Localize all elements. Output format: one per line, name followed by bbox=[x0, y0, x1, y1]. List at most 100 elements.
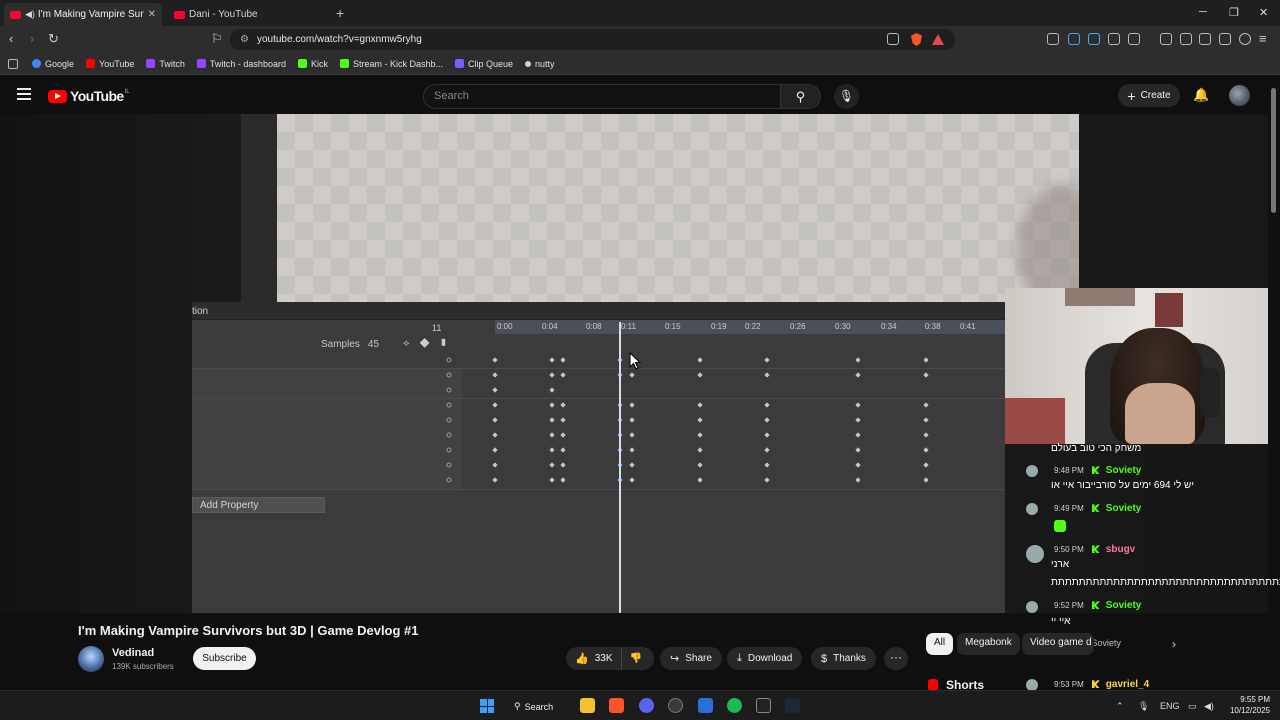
keyframe-marker[interactable] bbox=[549, 417, 555, 423]
tab-inactive[interactable]: Dani - YouTube bbox=[168, 3, 328, 26]
app-icon[interactable] bbox=[698, 698, 713, 713]
keyframe-marker[interactable] bbox=[549, 447, 555, 453]
keyframe-marker[interactable] bbox=[697, 402, 703, 408]
vpn-shield-icon[interactable] bbox=[1239, 33, 1251, 45]
keyframe-marker[interactable] bbox=[629, 447, 635, 453]
windows-start-icon[interactable] bbox=[480, 699, 494, 713]
obs-icon[interactable] bbox=[668, 698, 683, 713]
keyframe-marker[interactable] bbox=[549, 357, 555, 363]
keyframe-marker[interactable] bbox=[697, 447, 703, 453]
keyframe-marker[interactable] bbox=[549, 402, 555, 408]
keyframe-marker[interactable] bbox=[492, 447, 498, 453]
keyframe-marker[interactable] bbox=[629, 462, 635, 468]
keyframe-marker[interactable] bbox=[560, 417, 566, 423]
keyframe-marker[interactable] bbox=[629, 402, 635, 408]
close-tab-icon[interactable]: ✕ bbox=[148, 9, 156, 20]
more-actions-button[interactable]: ··· bbox=[884, 647, 908, 670]
youtube-logo[interactable]: YouTube IL bbox=[48, 88, 130, 104]
keyframe-marker[interactable] bbox=[492, 372, 498, 378]
network-icon[interactable]: ▭ bbox=[1188, 701, 1197, 712]
menu-icon[interactable]: ≡ bbox=[1259, 31, 1267, 46]
keyframe-marker[interactable] bbox=[492, 357, 498, 363]
discord-icon[interactable] bbox=[639, 698, 654, 713]
reload-icon[interactable]: ↻ bbox=[48, 31, 59, 47]
property-dot[interactable] bbox=[446, 402, 452, 408]
leo-icon[interactable] bbox=[1219, 33, 1231, 45]
keyframe-marker[interactable] bbox=[855, 477, 861, 483]
keyframe-marker[interactable] bbox=[560, 402, 566, 408]
volume-icon[interactable]: ◀) bbox=[1204, 701, 1214, 712]
thanks-button[interactable]: $ Thanks bbox=[811, 647, 876, 670]
keyframe-marker[interactable] bbox=[549, 387, 555, 393]
property-dot[interactable] bbox=[446, 372, 452, 378]
bookmark-twitch[interactable]: Twitch bbox=[146, 59, 185, 69]
dislike-button[interactable]: 👎 bbox=[622, 653, 650, 664]
keyframe-marker[interactable] bbox=[764, 447, 770, 453]
keyframe-marker[interactable] bbox=[923, 372, 929, 378]
apps-grid-icon[interactable] bbox=[8, 58, 18, 69]
extension-icon[interactable] bbox=[1047, 33, 1059, 45]
property-dot[interactable] bbox=[446, 357, 452, 363]
download-button[interactable]: ⤓ Download bbox=[727, 647, 803, 670]
site-info-icon[interactable]: ⚙ bbox=[240, 34, 249, 45]
address-bar[interactable]: ⚙ youtube.com/watch?v=gnxnmw5ryhg bbox=[230, 29, 955, 50]
keyframe-marker[interactable] bbox=[629, 372, 635, 378]
keyframe-marker[interactable] bbox=[697, 357, 703, 363]
music-icon[interactable] bbox=[1160, 33, 1172, 45]
voice-search-button[interactable]: 🎙 bbox=[834, 84, 859, 109]
guide-menu-icon[interactable] bbox=[17, 88, 31, 100]
keyframe-marker[interactable] bbox=[697, 372, 703, 378]
keyframe-marker[interactable] bbox=[492, 402, 498, 408]
keyframe-marker[interactable] bbox=[855, 432, 861, 438]
keyframe-marker[interactable] bbox=[923, 417, 929, 423]
keyframe-marker[interactable] bbox=[629, 477, 635, 483]
keyframe-marker[interactable] bbox=[492, 477, 498, 483]
keyframe-marker[interactable] bbox=[855, 372, 861, 378]
bookmark-clip-queue[interactable]: Clip Queue bbox=[455, 59, 513, 69]
steam-icon[interactable] bbox=[785, 698, 800, 713]
like-button[interactable]: 👍 33K bbox=[566, 647, 622, 670]
bookmark-google[interactable]: Google bbox=[32, 59, 74, 69]
minimize-icon[interactable]: ─ bbox=[1199, 6, 1207, 18]
wallet-icon[interactable] bbox=[1199, 33, 1211, 45]
create-button[interactable]: + Create bbox=[1118, 84, 1180, 107]
keyframe-marker[interactable] bbox=[764, 477, 770, 483]
notifications-bell-icon[interactable]: 🔔 bbox=[1193, 87, 1209, 103]
keyframe-marker[interactable] bbox=[923, 402, 929, 408]
keyframe-marker[interactable] bbox=[629, 432, 635, 438]
share-button[interactable]: ↪ Share bbox=[660, 647, 722, 670]
taskbar-clock[interactable]: 9:55 PM 10/12/2025 bbox=[1224, 694, 1270, 716]
spotify-icon[interactable] bbox=[727, 698, 742, 713]
extension-icon[interactable] bbox=[1128, 33, 1140, 45]
extension-icon[interactable] bbox=[1088, 33, 1100, 45]
keyframe-marker[interactable] bbox=[549, 462, 555, 468]
bookmark-kick[interactable]: Kick bbox=[297, 59, 328, 69]
keyframe-marker[interactable] bbox=[923, 357, 929, 363]
keyframe-marker[interactable] bbox=[560, 477, 566, 483]
keyframe-marker[interactable] bbox=[764, 417, 770, 423]
property-dot[interactable] bbox=[446, 447, 452, 453]
speaker-icon[interactable]: ◀) bbox=[25, 9, 35, 20]
keyframe-marker[interactable] bbox=[923, 477, 929, 483]
keyframe-marker[interactable] bbox=[560, 447, 566, 453]
keyframe-marker[interactable] bbox=[855, 462, 861, 468]
keyframe-marker[interactable] bbox=[764, 462, 770, 468]
language-indicator[interactable]: ENG bbox=[1160, 701, 1180, 711]
back-icon[interactable]: ‹ bbox=[9, 31, 13, 46]
bookmark-nutty[interactable]: nutty bbox=[525, 59, 555, 69]
keyframe-marker[interactable] bbox=[855, 357, 861, 363]
chip-megabonk[interactable]: Megabonk bbox=[957, 633, 1020, 655]
property-dot[interactable] bbox=[446, 417, 452, 423]
forward-icon[interactable]: › bbox=[30, 31, 34, 46]
search-button[interactable]: ⚲ bbox=[781, 84, 821, 109]
keyframe-marker[interactable] bbox=[764, 357, 770, 363]
keyframe-marker[interactable] bbox=[560, 462, 566, 468]
tray-overflow-icon[interactable]: ⌃ bbox=[1116, 701, 1124, 712]
keyframe-marker[interactable] bbox=[923, 462, 929, 468]
channel-avatar[interactable] bbox=[78, 646, 104, 672]
keyframe-marker[interactable] bbox=[855, 447, 861, 453]
keyframe-marker[interactable] bbox=[492, 417, 498, 423]
keyframe-marker[interactable] bbox=[560, 432, 566, 438]
maximize-icon[interactable]: ❐ bbox=[1229, 6, 1239, 19]
keyframe-marker[interactable] bbox=[855, 417, 861, 423]
